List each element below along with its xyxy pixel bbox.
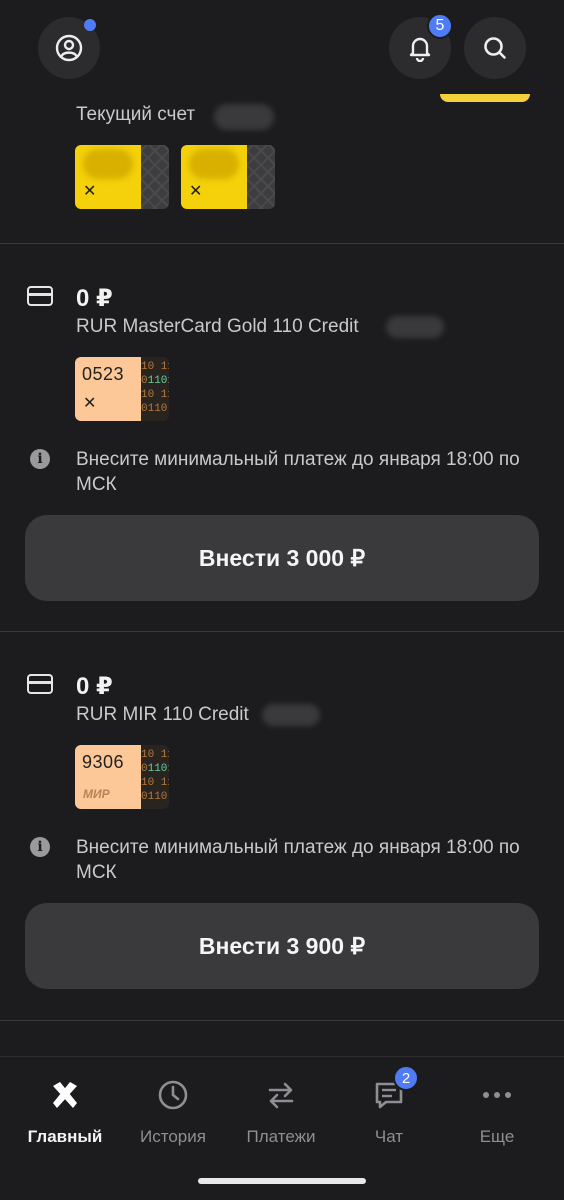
profile-button[interactable]	[38, 17, 100, 79]
card-name: RUR MIR 110 Credit	[76, 704, 249, 725]
bell-icon	[409, 37, 431, 62]
card-name: RUR MasterCard Gold 110 Credit	[76, 316, 359, 337]
card-face: ✕	[75, 145, 141, 209]
credit-card-thumbnail[interactable]: 9306 МИР 10 110 01101 10 110 0110 1	[75, 745, 169, 809]
section-divider	[0, 631, 564, 632]
card-last-digits: 9306	[82, 752, 125, 772]
section-divider	[0, 1020, 564, 1021]
current-account-label: Текущий счет	[76, 104, 196, 125]
card-balance: 0 ₽	[76, 285, 113, 312]
bank-logo-icon: ✕	[83, 183, 97, 200]
credit-card-icon	[27, 674, 53, 694]
nav-item-history[interactable]: История	[118, 1075, 228, 1147]
profile-icon	[55, 34, 83, 62]
info-icon: i	[30, 449, 50, 469]
credit-card-thumbnail[interactable]: 0523 ✕ 10 110 01101 10 110 0110 1	[75, 357, 169, 421]
search-icon	[484, 37, 506, 59]
min-payment-notice: Внесите минимальный платеж до января 18:…	[76, 837, 520, 883]
top-bar: 5	[0, 0, 564, 102]
nav-label: Чат	[374, 1127, 404, 1146]
account-card-2[interactable]: ✕	[181, 145, 275, 209]
credit-card-icon	[27, 286, 53, 306]
account-card-1[interactable]: ✕	[75, 145, 169, 209]
transfer-arrows-icon	[261, 1075, 301, 1115]
more-dots-icon	[477, 1075, 517, 1115]
hidden-card-detail	[262, 704, 320, 726]
nav-item-payments[interactable]: Платежи	[226, 1075, 336, 1147]
notifications-count-badge: 5	[427, 13, 453, 39]
bank-logo-icon: ✕	[189, 183, 203, 200]
chat-count-badge: 2	[393, 1065, 419, 1091]
card-balance: 0 ₽	[76, 673, 113, 700]
mir-logo: МИР	[83, 787, 110, 801]
nav-item-chat[interactable]: 2 Чат	[334, 1065, 444, 1147]
nav-label: Еще	[479, 1127, 515, 1146]
info-icon: i	[30, 837, 50, 857]
nav-item-home[interactable]: Главный	[10, 1075, 120, 1147]
card-pattern: 10 110 01101 10 110 0110 1	[141, 357, 169, 421]
hidden-card-number	[83, 149, 133, 179]
clock-icon	[153, 1075, 193, 1115]
card-last-digits: 0523	[82, 364, 125, 384]
hidden-card-number	[189, 149, 239, 179]
nav-item-more[interactable]: Еще	[442, 1075, 552, 1147]
card-face: 9306 МИР	[75, 745, 141, 809]
min-payment-notice: Внесите минимальный платеж до января 18:…	[76, 449, 520, 495]
hidden-card-detail	[386, 316, 444, 338]
card-pattern	[141, 145, 169, 209]
card-pattern	[247, 145, 275, 209]
card-face: ✕	[181, 145, 247, 209]
card-edge-decoration	[440, 94, 530, 102]
nav-label: История	[140, 1127, 206, 1146]
home-indicator	[198, 1178, 366, 1184]
section-divider	[0, 243, 564, 244]
bank-logo-icon	[45, 1075, 85, 1115]
notifications-button[interactable]: 5	[389, 13, 453, 79]
pay-button[interactable]: Внести 3 000 ₽	[25, 515, 539, 601]
search-button[interactable]	[464, 17, 526, 79]
bank-logo-icon: ✕	[83, 395, 97, 412]
nav-label: Главный	[27, 1127, 103, 1146]
profile-dot-badge	[84, 19, 96, 31]
pay-button[interactable]: Внести 3 900 ₽	[25, 903, 539, 989]
chat-icon: 2	[369, 1065, 419, 1115]
hidden-account-detail	[214, 104, 274, 130]
card-pattern: 10 110 01101 10 110 0110 1	[141, 745, 169, 809]
nav-label: Платежи	[246, 1127, 316, 1146]
card-face: 0523 ✕	[75, 357, 141, 421]
